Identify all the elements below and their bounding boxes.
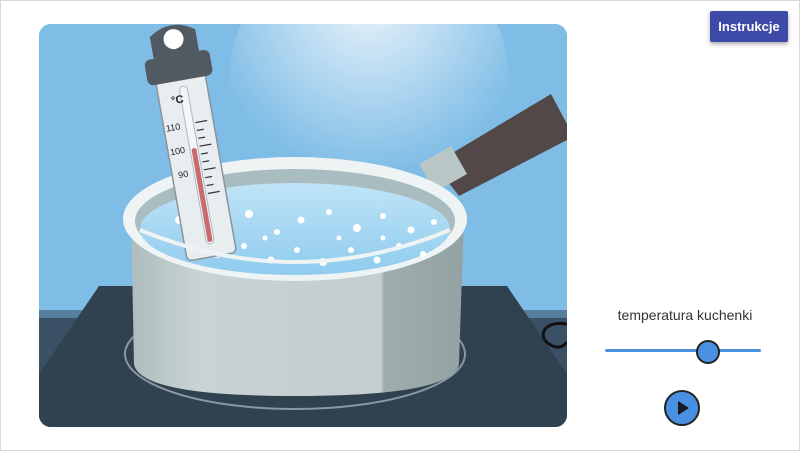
stove-temperature-track[interactable] xyxy=(605,349,761,352)
stove-temperature-label: temperatura kuchenki xyxy=(617,307,753,323)
instructions-button[interactable]: Instrukcje xyxy=(710,11,788,42)
scene-illustration: °C 110 100 90 xyxy=(39,24,567,427)
play-button[interactable] xyxy=(664,390,700,426)
simulation-scene: °C 110 100 90 xyxy=(39,24,567,427)
thermometer-unit: °C xyxy=(170,93,184,107)
thermometer-tick-label: 90 xyxy=(177,169,189,181)
stove-temperature-thumb[interactable] xyxy=(695,340,720,364)
play-icon xyxy=(678,401,689,415)
